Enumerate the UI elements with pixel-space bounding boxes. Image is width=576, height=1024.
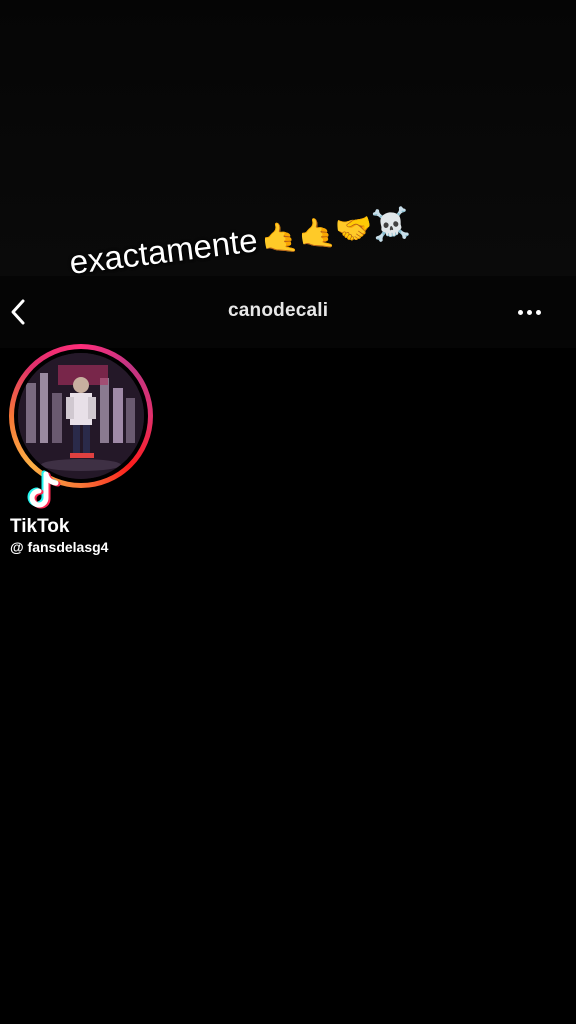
more-options-button[interactable] [509,298,549,326]
tiktok-logo-icon [27,470,61,509]
back-button[interactable] [4,292,32,332]
tiktok-handle-label: @ fansdelasg4 [10,539,109,555]
video-frame: canodecali exactamente🤙🤙🤝☠️ TikTok @ fan… [0,0,576,1024]
profile-username[interactable]: canodecali [228,300,328,322]
more-horizontal-icon [517,309,523,315]
tiktok-brand-label: TikTok [10,516,70,537]
avatar [18,353,144,479]
chevron-left-icon [11,299,25,325]
avatar-image [18,353,144,479]
story-ring[interactable] [9,344,153,488]
